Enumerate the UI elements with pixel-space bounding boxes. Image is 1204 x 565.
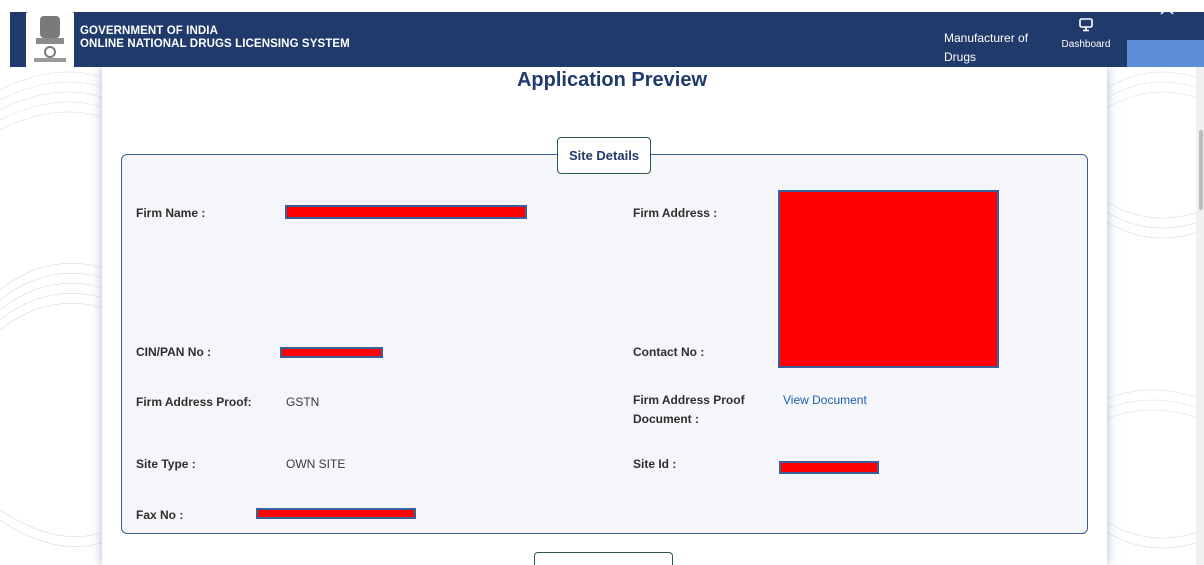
address-proof-value: GSTN xyxy=(286,395,320,409)
site-type-label: Site Type : xyxy=(136,457,196,471)
site-details-legend: Site Details xyxy=(557,137,651,174)
site-type-value: OWN SITE xyxy=(286,457,346,471)
firm-address-label: Firm Address : xyxy=(633,206,718,220)
monitor-icon xyxy=(1079,18,1093,32)
user-icon[interactable] xyxy=(1159,0,1175,16)
address-proof-label: Firm Address Proof: xyxy=(136,395,252,409)
cin-pan-label: CIN/PAN No : xyxy=(136,345,212,359)
site-id-redacted xyxy=(779,461,879,474)
view-document-link[interactable]: View Document xyxy=(783,391,867,410)
user-role: Manufacturer of Drugs xyxy=(944,31,1029,64)
site-title-line2: ONLINE NATIONAL DRUGS LICENSING SYSTEM xyxy=(80,38,350,50)
site-title: GOVERNMENT OF INDIA ONLINE NATIONAL DRUG… xyxy=(80,25,350,51)
dashboard-button[interactable]: Dashboard xyxy=(1056,18,1116,52)
site-title-line1: GOVERNMENT OF INDIA xyxy=(80,25,218,37)
firm-name-label: Firm Name : xyxy=(136,206,206,220)
fax-no-label: Fax No : xyxy=(136,508,184,522)
firm-address-redacted xyxy=(778,190,999,368)
fax-no-redacted xyxy=(256,508,416,519)
firm-name-redacted xyxy=(285,205,527,219)
user-menu-button[interactable] xyxy=(1127,40,1204,67)
contact-no-label: Contact No : xyxy=(633,345,705,359)
address-proof-document-label: Firm Address Proof Document : xyxy=(633,393,745,426)
next-section-legend xyxy=(534,552,673,565)
cin-pan-redacted xyxy=(280,347,383,358)
page-scrollbar-thumb[interactable] xyxy=(1199,130,1203,210)
national-emblem-logo xyxy=(26,12,74,68)
dashboard-label: Dashboard xyxy=(1061,39,1111,50)
site-id-label: Site Id : xyxy=(633,457,677,471)
page-title: Application Preview xyxy=(516,69,708,91)
